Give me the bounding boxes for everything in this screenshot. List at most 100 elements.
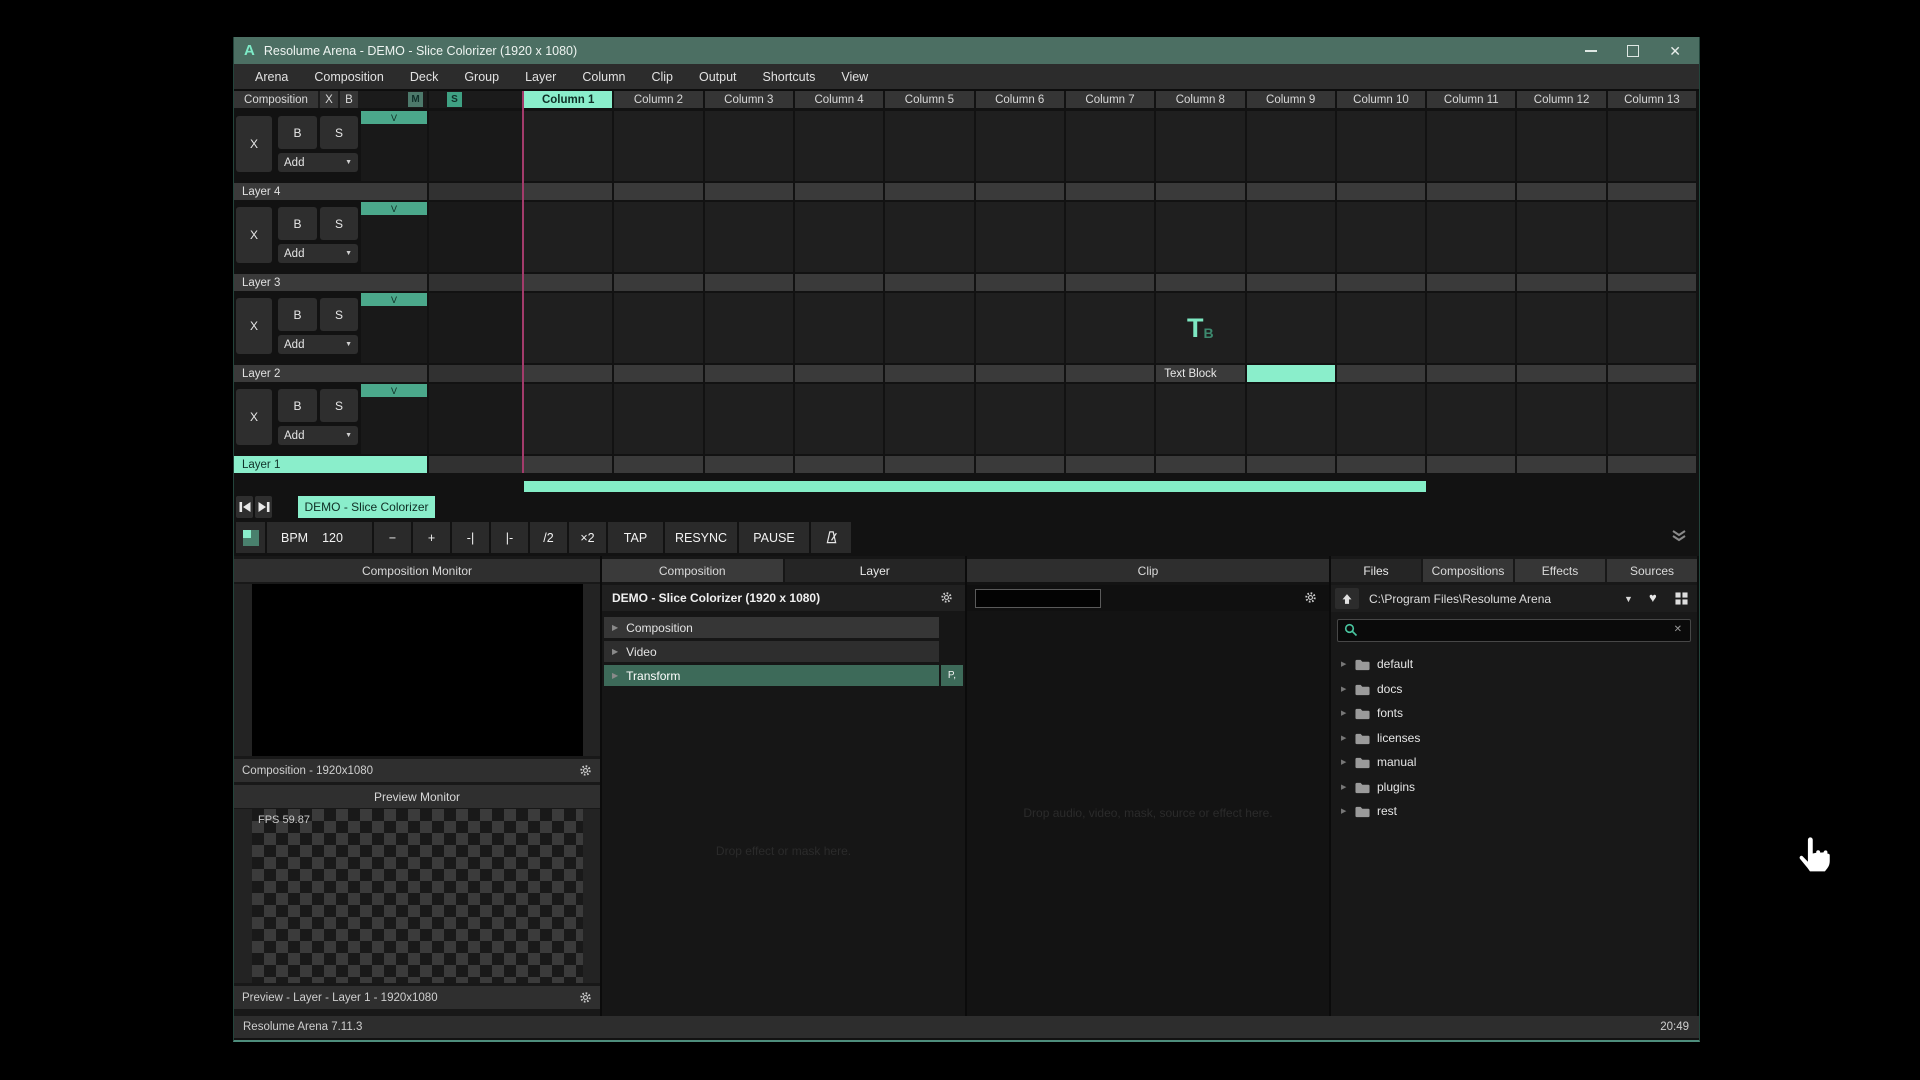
clip-label-cell[interactable]	[524, 274, 612, 291]
clip-label-cell[interactable]	[885, 183, 973, 200]
layer-active-clip-slot[interactable]: V	[361, 293, 427, 363]
section-composition[interactable]: ▶Composition	[604, 617, 939, 638]
menu-column[interactable]: Column	[569, 70, 638, 84]
next-deck-button[interactable]	[255, 496, 272, 518]
layer-active-clip-slot[interactable]: V	[361, 111, 427, 181]
clip-cell[interactable]	[1608, 111, 1696, 181]
layer-bypass-button[interactable]: B	[278, 389, 317, 422]
clip-label-cell[interactable]	[1066, 365, 1154, 382]
layer-active-clip-slot[interactable]: V	[361, 384, 427, 454]
clip-label-cell[interactable]	[1427, 274, 1515, 291]
nudge-up-button[interactable]: |-	[491, 522, 528, 553]
layer-bypass-button[interactable]: B	[278, 207, 317, 240]
metronome-button[interactable]	[811, 522, 851, 553]
clip-cell[interactable]	[795, 384, 883, 454]
composition-settings-button[interactable]	[940, 591, 953, 609]
bpm-display[interactable]: BPM 120	[267, 522, 372, 553]
clip-label-cell[interactable]	[614, 456, 702, 473]
layer-bypass-button[interactable]: B	[278, 298, 317, 331]
clip-label-cell[interactable]	[705, 274, 793, 291]
clip-cell[interactable]	[976, 384, 1064, 454]
clip-cell[interactable]	[795, 293, 883, 363]
double-tempo-button[interactable]: ×2	[569, 522, 606, 553]
clip-label-cell[interactable]	[1517, 365, 1605, 382]
menu-shortcuts[interactable]: Shortcuts	[750, 70, 829, 84]
close-button[interactable]: ✕	[1669, 44, 1681, 58]
clip-name-field[interactable]	[975, 589, 1101, 608]
clip-cell[interactable]: TB	[1156, 293, 1244, 363]
expand-arrow-icon[interactable]: ▶	[1341, 660, 1346, 668]
clip-cell[interactable]	[1427, 111, 1515, 181]
clip-cell[interactable]	[524, 202, 612, 272]
current-path[interactable]: C:\Program Files\Resolume Arena	[1369, 585, 1551, 612]
clip-label-cell[interactable]	[614, 274, 702, 291]
expand-arrow-icon[interactable]: ▶	[612, 623, 618, 632]
clip-label-cell[interactable]	[1427, 456, 1515, 473]
clip-label-cell[interactable]	[1247, 183, 1335, 200]
clip-cell[interactable]	[614, 384, 702, 454]
clip-cell[interactable]	[1337, 293, 1425, 363]
composition-solo-button[interactable]: S	[447, 92, 462, 107]
clip-cell[interactable]	[1427, 202, 1515, 272]
tab-files[interactable]: Files	[1331, 559, 1421, 582]
clip-cell[interactable]	[1066, 293, 1154, 363]
layer-blend-dropdown[interactable]: Add▼	[278, 426, 358, 445]
tap-tempo-button[interactable]: TAP	[608, 522, 663, 553]
clip-label-cell[interactable]	[705, 456, 793, 473]
clip-settings-button[interactable]	[1304, 591, 1317, 609]
layer-active-clip-slot[interactable]: V	[361, 202, 427, 272]
tab-layer[interactable]: Layer	[785, 559, 966, 582]
folder-row-plugins[interactable]: ▶plugins	[1331, 775, 1697, 800]
clip-cell[interactable]	[524, 293, 612, 363]
clip-cell[interactable]	[1066, 111, 1154, 181]
menu-output[interactable]: Output	[686, 70, 750, 84]
path-dropdown-caret-icon[interactable]: ▼	[1624, 594, 1633, 604]
column-header-3[interactable]: Column 3	[705, 91, 793, 108]
clip-cell[interactable]	[614, 111, 702, 181]
collapse-transport-button[interactable]	[1671, 529, 1687, 547]
clip-label-cell[interactable]	[1337, 456, 1425, 473]
clip-cell[interactable]	[705, 384, 793, 454]
clip-label-cell[interactable]	[1066, 274, 1154, 291]
expand-arrow-icon[interactable]: ▶	[1341, 783, 1346, 791]
clip-cell[interactable]	[1247, 293, 1335, 363]
clip-label-cell[interactable]	[1066, 183, 1154, 200]
clip-label-cell[interactable]	[1517, 274, 1605, 291]
clip-label-cell[interactable]	[1517, 183, 1605, 200]
layer-name[interactable]: Layer 3	[234, 274, 427, 291]
clip-label-cell[interactable]	[976, 274, 1064, 291]
layer-name[interactable]: Layer 1	[234, 456, 427, 473]
tab-effects[interactable]: Effects	[1515, 559, 1605, 582]
clip-cell[interactable]	[885, 384, 973, 454]
folder-row-rest[interactable]: ▶rest	[1331, 799, 1697, 824]
layer-bypass-button[interactable]: B	[278, 116, 317, 149]
clip-label-cell[interactable]	[1608, 274, 1696, 291]
clip-cell[interactable]	[976, 293, 1064, 363]
decrease-bpm-button[interactable]: −	[374, 522, 411, 553]
clip-cell[interactable]	[1156, 202, 1244, 272]
clip-cell[interactable]	[1517, 384, 1605, 454]
column-header-2[interactable]: Column 2	[614, 91, 702, 108]
clip-label-cell[interactable]	[1247, 274, 1335, 291]
clip-label-cell[interactable]	[976, 183, 1064, 200]
folder-row-docs[interactable]: ▶docs	[1331, 677, 1697, 702]
clip-cell[interactable]	[1337, 202, 1425, 272]
clip-label-cell[interactable]	[1427, 365, 1515, 382]
column-header-7[interactable]: Column 7	[1066, 91, 1154, 108]
layer-solo-button[interactable]: S	[320, 298, 358, 331]
menu-arena[interactable]: Arena	[242, 70, 301, 84]
menu-view[interactable]: View	[828, 70, 881, 84]
clear-search-button[interactable]: ✕	[1674, 624, 1682, 635]
clip-cell[interactable]	[614, 293, 702, 363]
layer-solo-button[interactable]: S	[320, 116, 358, 149]
menu-group[interactable]: Group	[451, 70, 512, 84]
clip-cell[interactable]	[1066, 202, 1154, 272]
clip-label-cell[interactable]	[1608, 183, 1696, 200]
column-header-10[interactable]: Column 10	[1337, 91, 1425, 108]
layer-blend-dropdown[interactable]: Add▼	[278, 244, 358, 263]
clip-label-cell[interactable]	[976, 456, 1064, 473]
column-header-1[interactable]: Column 1	[524, 91, 612, 108]
clip-label-cell[interactable]	[1337, 365, 1425, 382]
layer-clear-button[interactable]: X	[236, 207, 272, 263]
search-input[interactable]: ✕	[1337, 619, 1691, 642]
